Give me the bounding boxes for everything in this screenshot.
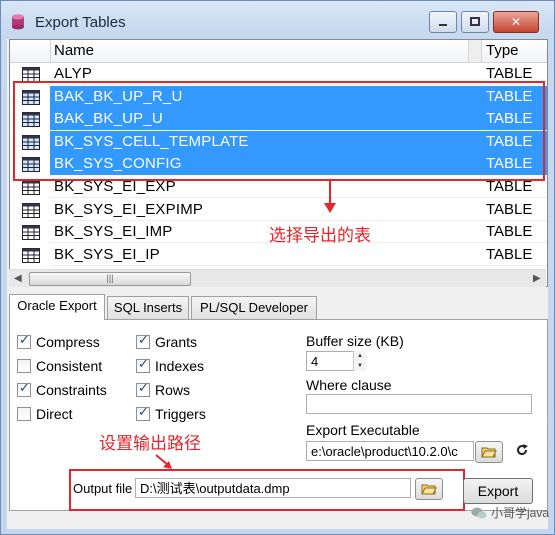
where-clause-input[interactable] [306,394,532,414]
column-header-type[interactable]: Type [486,42,519,59]
rows-checkbox[interactable]: ✓ Rows [136,380,190,398]
table-row[interactable]: BK_SYS_EI_EXPIMP TABLE [10,199,547,221]
watermark: 小哥学java [471,504,549,521]
browse-executable-button[interactable] [475,441,503,463]
tab-oracle-export[interactable]: Oracle Export [9,294,105,320]
minimize-icon [439,24,447,26]
buffer-size-label: Buffer size (KB) [306,333,404,349]
export-tables-window: Export Tables ✕ Name Type ALYP TABLE BAK_B… [0,0,555,535]
indexes-checkbox[interactable]: ✓ Indexes [136,356,204,374]
table-type: TABLE [486,245,533,263]
table-name: BK_SYS_EI_IMP [54,223,173,241]
table-grid-icon [22,67,40,82]
where-clause-label: Where clause [306,377,392,393]
close-icon: ✕ [510,15,522,29]
table-type: TABLE [486,200,533,218]
annotation-set-output-path: 设置输出路径 [99,434,201,453]
selection-highlight-box [13,81,545,181]
title-bar[interactable]: Export Tables ✕ [1,1,554,39]
annotation-select-tables: 选择导出的表 [269,226,371,245]
table-name: BK_SYS_EI_EXPIMP [54,200,204,218]
scroll-right-icon[interactable]: ▶ [533,273,541,284]
constraints-checkbox[interactable]: ✓ Constraints [17,380,107,398]
close-button[interactable]: ✕ [493,11,539,33]
down-arrow-icon [324,179,336,213]
consistent-checkbox[interactable]: Consistent [17,358,102,374]
export-executable-input[interactable]: e:\oracle\product\10.2.0\c [306,441,474,461]
grants-checkbox[interactable]: ✓ Grants [136,332,197,350]
table-type: TABLE [486,223,533,241]
refresh-icon[interactable] [515,443,529,457]
table-grid-icon [22,202,40,218]
tab-plsql-developer[interactable]: PL/SQL Developer [191,296,317,319]
maximize-icon [470,17,480,26]
table-row[interactable]: BK_SYS_EI_IP TABLE [10,244,547,266]
export-executable-label: Export Executable [306,422,420,438]
scroll-left-icon[interactable]: ◀ [14,273,22,284]
buffer-size-spinner[interactable]: ▲ ▼ [353,351,366,371]
table-name: BK_SYS_EI_IP [54,245,160,263]
tab-sql-inserts[interactable]: SQL Inserts [107,296,189,319]
row-divider [50,264,547,266]
table-grid-icon [22,247,40,263]
column-splitter[interactable] [468,40,482,62]
table-grid-icon [22,225,40,241]
scrollbar-thumb[interactable]: ||| [29,272,191,286]
output-highlight-box [69,469,465,511]
folder-open-icon [481,447,497,458]
maximize-button[interactable] [461,11,489,33]
grid-header: Name Type [10,40,547,63]
window-title: Export Tables [35,14,126,31]
compress-checkbox[interactable]: ✓ Compress [17,332,100,350]
column-header-name[interactable]: Name [54,42,94,59]
table-grid-icon [22,180,40,195]
triggers-checkbox[interactable]: ✓ Triggers [136,404,206,422]
table-name: ALYP [54,65,93,82]
grid-corner [10,40,51,62]
export-button[interactable]: Export [463,478,533,504]
horizontal-scrollbar[interactable]: ◀ ||| ▶ [9,269,546,287]
wechat-icon [471,507,487,518]
table-type: TABLE [486,65,533,82]
oracle-db-icon [12,14,24,30]
minimize-button[interactable] [429,11,457,33]
direct-checkbox[interactable]: Direct [17,406,73,422]
